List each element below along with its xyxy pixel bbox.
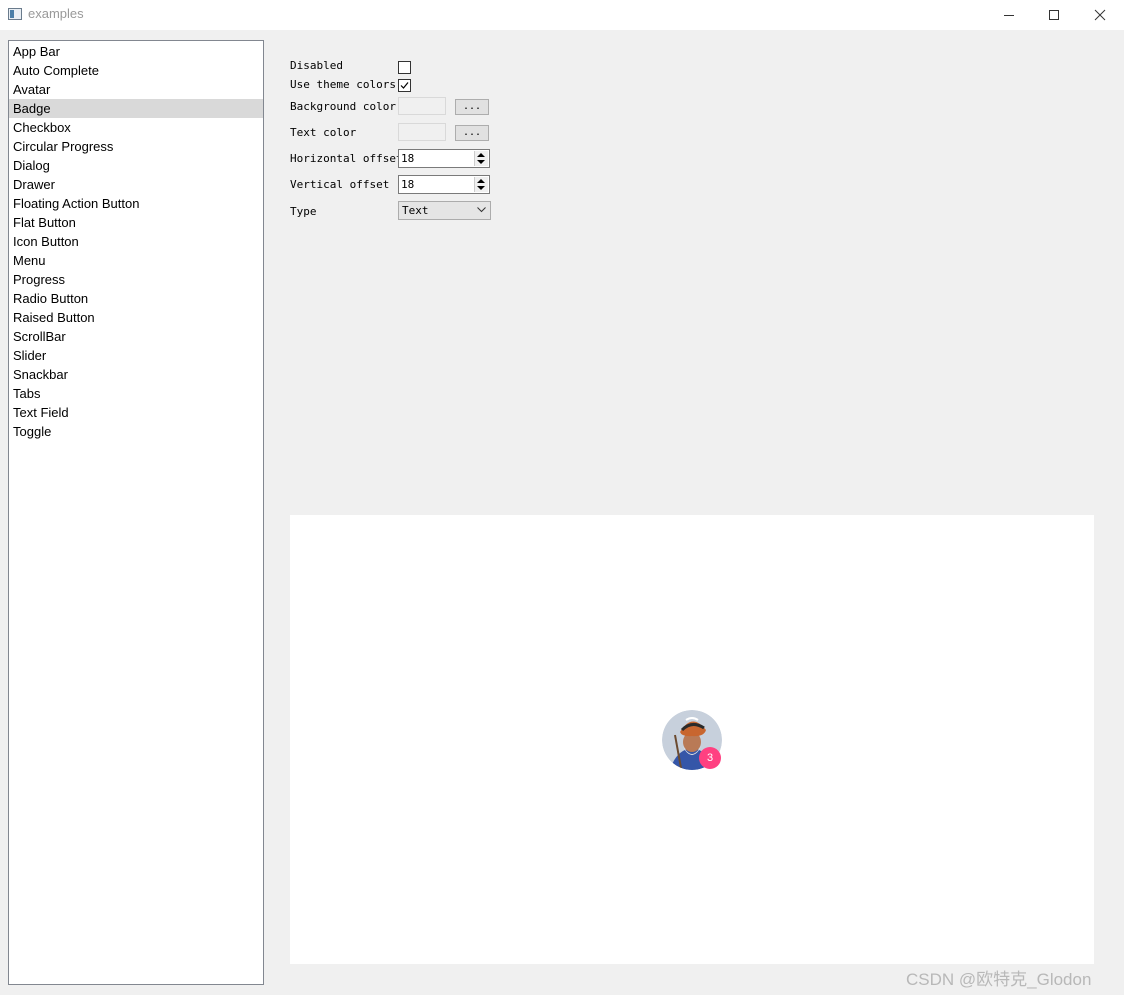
horizontal-offset-spinbox[interactable]: 18: [398, 149, 490, 168]
horizontal-offset-stepper[interactable]: [474, 151, 488, 166]
title-bar: examples: [0, 0, 1124, 31]
list-item-tabs[interactable]: Tabs: [9, 384, 263, 403]
disabled-label: Disabled: [290, 59, 343, 72]
list-item-checkbox[interactable]: Checkbox: [9, 118, 263, 137]
close-button[interactable]: [1077, 0, 1123, 30]
list-item-icon-button[interactable]: Icon Button: [9, 232, 263, 251]
spin-up-icon[interactable]: [477, 153, 485, 157]
background-color-label: Background color: [290, 100, 396, 113]
spin-up-icon[interactable]: [477, 179, 485, 183]
background-color-picker-button[interactable]: ...: [455, 99, 489, 115]
checkmark-icon: [400, 82, 409, 89]
maximize-button[interactable]: [1031, 0, 1077, 30]
horizontal-offset-label: Horizontal offset: [290, 152, 403, 165]
disabled-checkbox[interactable]: [398, 61, 411, 74]
background-color-swatch: [398, 97, 446, 115]
app-window: examples App Bar Auto Complete Avatar Badge…: [0, 0, 1124, 995]
component-list[interactable]: App Bar Auto Complete Avatar Badge Checkbox C…: [8, 40, 264, 985]
list-item-snackbar[interactable]: Snackbar: [9, 365, 263, 384]
use-theme-colors-label: Use theme colors: [290, 78, 396, 91]
list-item-slider[interactable]: Slider: [9, 346, 263, 365]
use-theme-colors-checkbox[interactable]: [398, 79, 411, 92]
list-item-badge[interactable]: Badge: [9, 99, 263, 118]
type-select-value: Text: [402, 204, 429, 217]
chevron-down-icon: [477, 207, 486, 213]
spin-down-icon[interactable]: [477, 186, 485, 190]
text-color-picker-button[interactable]: ...: [455, 125, 489, 141]
text-color-swatch: [398, 123, 446, 141]
badge-preview-canvas: 3: [290, 515, 1094, 964]
list-item-text-field[interactable]: Text Field: [9, 403, 263, 422]
list-item-progress[interactable]: Progress: [9, 270, 263, 289]
list-item-raised-button[interactable]: Raised Button: [9, 308, 263, 327]
list-item-menu[interactable]: Menu: [9, 251, 263, 270]
minimize-icon: [1004, 15, 1014, 16]
type-select[interactable]: Text: [398, 201, 491, 220]
type-label: Type: [290, 205, 317, 218]
list-item-flat-button[interactable]: Flat Button: [9, 213, 263, 232]
list-item-radio-button[interactable]: Radio Button: [9, 289, 263, 308]
vertical-offset-stepper[interactable]: [474, 177, 488, 192]
vertical-offset-spinbox[interactable]: 18: [398, 175, 490, 194]
list-item-scrollbar[interactable]: ScrollBar: [9, 327, 263, 346]
list-item-drawer[interactable]: Drawer: [9, 175, 263, 194]
list-item-circular-progress[interactable]: Circular Progress: [9, 137, 263, 156]
maximize-icon: [1049, 10, 1059, 20]
list-item-app-bar[interactable]: App Bar: [9, 42, 263, 61]
vertical-offset-label: Vertical offset: [290, 178, 390, 191]
notification-badge: 3: [699, 747, 721, 769]
vertical-offset-value: 18: [401, 178, 415, 191]
horizontal-offset-value: 18: [401, 152, 415, 165]
spin-down-icon[interactable]: [477, 160, 485, 164]
minimize-button[interactable]: [986, 0, 1032, 30]
component-list-items: App Bar Auto Complete Avatar Badge Checkbox C…: [9, 41, 263, 441]
list-item-dialog[interactable]: Dialog: [9, 156, 263, 175]
app-window-icon: [8, 8, 22, 20]
window-title: examples: [28, 6, 84, 21]
list-item-auto-complete[interactable]: Auto Complete: [9, 61, 263, 80]
list-item-avatar[interactable]: Avatar: [9, 80, 263, 99]
watermark: CSDN @欧特克_Glodon: [906, 970, 1092, 989]
list-item-floating-action-button[interactable]: Floating Action Button: [9, 194, 263, 213]
list-item-toggle[interactable]: Toggle: [9, 422, 263, 441]
text-color-label: Text color: [290, 126, 357, 139]
close-icon: [1094, 9, 1106, 21]
